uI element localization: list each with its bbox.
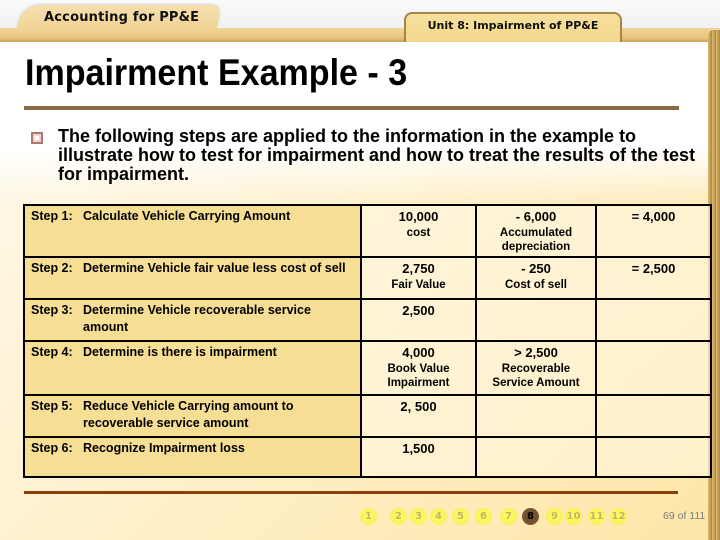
page-button-11[interactable]: 11 <box>588 508 605 525</box>
value-number: = 4,000 <box>631 209 676 224</box>
table-row: Step 2: Determine Vehicle fair value less… <box>23 256 712 300</box>
value-number: 1,500 <box>402 441 435 456</box>
page-button-1[interactable]: 1 <box>360 508 377 525</box>
value-cell-c <box>595 394 712 438</box>
page-button-9[interactable]: 9 <box>546 508 563 525</box>
value-cell-c <box>595 340 712 396</box>
value-number: = 2,500 <box>631 261 676 276</box>
page-button-8[interactable]: 8 <box>522 508 539 525</box>
step-description-cell: Step 4: Determine is there is impairment <box>23 340 362 396</box>
value-number: 2, 500 <box>400 399 437 414</box>
table-row: Step 1: Calculate Vehicle Carrying Amount… <box>23 204 712 258</box>
value-caption: Fair Value <box>391 279 446 291</box>
step-label: Step 4: <box>31 345 73 359</box>
value-cell-a: 2,500 <box>360 298 477 342</box>
value-cell-a: 2,750 Fair Value <box>360 256 477 300</box>
page-button-6[interactable]: 6 <box>475 508 492 525</box>
step-text: Recognize Impairment loss <box>83 441 245 455</box>
step-text: Determine is there is impairment <box>83 345 277 359</box>
step-description-cell: Step 2: Determine Vehicle fair value less… <box>23 256 362 300</box>
value-number: 2,750 <box>402 261 435 276</box>
bottom-divider <box>24 491 678 494</box>
value-caption: Recoverable Service Amount <box>492 363 580 389</box>
step-label: Step 2: <box>31 261 73 275</box>
value-cell-a: 2, 500 <box>360 394 477 438</box>
table-row: Step 5: Reduce Vehicle Carrying amount to… <box>23 394 712 438</box>
step-description-cell: Step 3: Determine Vehicle recoverable ser… <box>23 298 362 342</box>
table-row: Step 3: Determine Vehicle recoverable ser… <box>23 298 712 342</box>
title-divider <box>24 106 679 110</box>
page-button-2[interactable]: 2 <box>390 508 407 525</box>
value-caption: cost <box>406 227 431 239</box>
step-description-cell: Step 1: Calculate Vehicle Carrying Amount <box>23 204 362 258</box>
page-button-3[interactable]: 3 <box>410 508 427 525</box>
step-description-cell: Step 6: Recognize Impairment loss <box>23 436 362 478</box>
value-cell-a: 1,500 <box>360 436 477 478</box>
value-cell-c <box>595 298 712 342</box>
page-button-10[interactable]: 10 <box>565 508 582 525</box>
slide-counter: 69 of 111 <box>663 510 706 522</box>
value-caption: Accumulated depreciation <box>499 227 573 253</box>
step-label: Step 1: <box>31 209 73 223</box>
value-caption: Cost of sell <box>505 279 567 291</box>
step-description-cell: Step 5: Reduce Vehicle Carrying amount to… <box>23 394 362 438</box>
square-bullet-icon <box>31 132 43 144</box>
table-row: Step 6: Recognize Impairment loss 1,500 <box>23 436 712 478</box>
page-button-5[interactable]: 5 <box>452 508 469 525</box>
slide-title: Impairment Example - 3 <box>25 52 408 93</box>
page-button-12[interactable]: 12 <box>610 508 627 525</box>
value-cell-b: - 250 Cost of sell <box>475 256 597 300</box>
value-cell-a: 10,000 cost <box>360 204 477 258</box>
step-label: Step 3: <box>31 303 73 317</box>
step-text: Reduce Vehicle Carrying amount to recove… <box>83 399 294 430</box>
step-text: Calculate Vehicle Carrying Amount <box>83 209 291 223</box>
unit-tab[interactable]: Unit 8: Impairment of PP&E <box>404 12 622 42</box>
page-button-7[interactable]: 7 <box>500 508 517 525</box>
value-number: 10,000 <box>398 209 439 224</box>
value-caption: Book Value Impairment <box>387 363 450 389</box>
step-label: Step 6: <box>31 441 73 455</box>
value-cell-b: > 2,500 Recoverable Service Amount <box>475 340 597 396</box>
value-cell-c: = 2,500 <box>595 256 712 300</box>
step-text: Determine Vehicle recoverable service am… <box>83 303 311 334</box>
page-button-4[interactable]: 4 <box>430 508 447 525</box>
step-label: Step 5: <box>31 399 73 413</box>
value-cell-c: = 4,000 <box>595 204 712 258</box>
value-number: - 6,000 <box>515 209 557 224</box>
value-number: > 2,500 <box>514 345 558 360</box>
intro-text: The following steps are applied to the i… <box>58 126 696 184</box>
step-text: Determine Vehicle fair value less cost o… <box>83 261 346 275</box>
course-tab[interactable]: Accounting for PP&E <box>44 10 199 25</box>
steps-table: Step 1: Calculate Vehicle Carrying Amount… <box>23 204 712 478</box>
value-cell-b: - 6,000 Accumulated depreciation <box>475 204 597 258</box>
value-number: 2,500 <box>402 303 435 318</box>
value-number: - 250 <box>521 261 551 276</box>
value-cell-b <box>475 394 597 438</box>
value-cell-c <box>595 436 712 478</box>
unit-tab-label: Unit 8: Impairment of PP&E <box>427 19 599 32</box>
value-cell-b <box>475 436 597 478</box>
value-cell-a: 4,000 Book Value Impairment <box>360 340 477 396</box>
value-number: 4,000 <box>402 345 435 360</box>
table-row: Step 4: Determine is there is impairment 4… <box>23 340 712 396</box>
value-cell-b <box>475 298 597 342</box>
